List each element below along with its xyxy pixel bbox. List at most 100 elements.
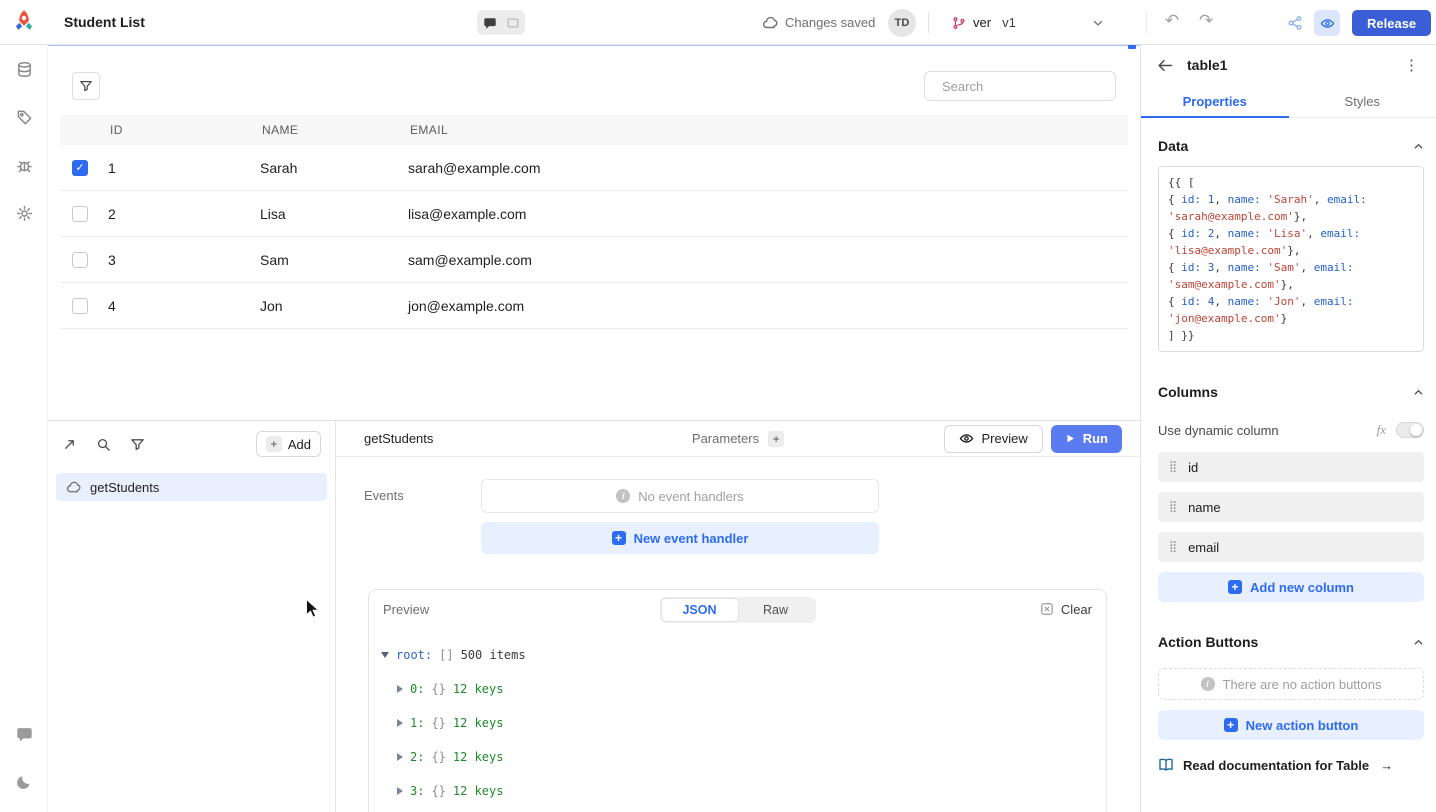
data-code-editor[interactable]: {{ [ { id: 1, name: 'Sarah', email:'sara… bbox=[1158, 166, 1424, 352]
collapse-icon[interactable] bbox=[381, 652, 389, 658]
moon-icon[interactable] bbox=[0, 758, 48, 806]
column-item[interactable]: ⣿ id bbox=[1158, 452, 1424, 482]
dynamic-column-toggle[interactable] bbox=[1396, 422, 1424, 438]
columns-section-header[interactable]: Columns bbox=[1158, 378, 1424, 406]
cell-email: sarah@example.com bbox=[408, 160, 1128, 176]
drag-handle-icon[interactable]: ⣿ bbox=[1169, 502, 1177, 513]
canvas-resize-handle[interactable] bbox=[1128, 45, 1136, 49]
row-checkbox-cell: ✓ bbox=[60, 160, 108, 176]
node-count: 12 keys bbox=[453, 784, 504, 798]
new-event-handler-button[interactable]: + New event handler bbox=[481, 522, 879, 554]
table-widget[interactable]: ID NAME EMAIL ✓1Sarahsarah@example.com2L… bbox=[60, 60, 1128, 420]
expand-icon[interactable] bbox=[397, 719, 403, 727]
kebab-menu-icon[interactable]: ⋮ bbox=[1404, 56, 1420, 74]
code-line: 'jon@example.com'} bbox=[1168, 310, 1414, 327]
fx-toggle-icon[interactable]: fx bbox=[1377, 422, 1386, 438]
undo-button[interactable]: ↶ bbox=[1158, 7, 1186, 35]
column-item[interactable]: ⣿email bbox=[1158, 532, 1424, 562]
collapse-icon[interactable] bbox=[1413, 637, 1424, 648]
cell-id: 1 bbox=[108, 160, 260, 176]
column-header-id[interactable]: ID bbox=[108, 123, 260, 137]
column-header-name[interactable]: NAME bbox=[260, 123, 408, 137]
table-row[interactable]: 2Lisalisa@example.com bbox=[60, 191, 1128, 237]
release-button[interactable]: Release bbox=[1352, 10, 1431, 36]
chevron-down-icon[interactable] bbox=[1086, 11, 1110, 35]
json-tree-node[interactable]: 0:{}12 keys bbox=[381, 672, 1094, 706]
drag-handle-icon[interactable]: ⣿ bbox=[1169, 542, 1177, 553]
no-action-buttons-placeholder: i There are no action buttons bbox=[1158, 668, 1424, 700]
column-name: id bbox=[1188, 460, 1198, 475]
expand-icon[interactable] bbox=[397, 787, 403, 795]
row-checkbox[interactable] bbox=[72, 206, 88, 222]
table-row[interactable]: ✓1Sarahsarah@example.com bbox=[60, 145, 1128, 191]
new-action-button[interactable]: + New action button bbox=[1158, 710, 1424, 740]
funnel-icon bbox=[79, 79, 93, 93]
row-checkbox[interactable]: ✓ bbox=[72, 160, 88, 176]
tab-raw[interactable]: Raw bbox=[738, 599, 814, 621]
row-checkbox-cell bbox=[60, 206, 108, 222]
table-toolbar bbox=[60, 60, 1128, 115]
parameters-control: Parameters + bbox=[692, 431, 784, 447]
canvas[interactable]: ID NAME EMAIL ✓1Sarahsarah@example.com2L… bbox=[48, 45, 1140, 420]
drag-handle-icon[interactable]: ⣿ bbox=[1169, 462, 1177, 473]
share-icon bbox=[1287, 15, 1303, 31]
data-section-header[interactable]: Data bbox=[1158, 132, 1424, 160]
info-icon: i bbox=[616, 489, 630, 503]
clear-button[interactable]: Clear bbox=[1040, 602, 1092, 617]
table-row[interactable]: 3Samsam@example.com bbox=[60, 237, 1128, 283]
tag-icon[interactable] bbox=[0, 93, 48, 141]
action-buttons-section-header[interactable]: Action Buttons bbox=[1158, 628, 1424, 656]
column-item[interactable]: ⣿name bbox=[1158, 492, 1424, 522]
cell-email: jon@example.com bbox=[408, 298, 1128, 314]
documentation-link[interactable]: Read documentation for Table → bbox=[1158, 757, 1424, 773]
column-header-email[interactable]: EMAIL bbox=[408, 123, 1128, 137]
query-name[interactable]: getStudents bbox=[364, 431, 433, 446]
branch-selector[interactable]: ver v1 bbox=[952, 0, 1016, 45]
comment-mode-button[interactable] bbox=[479, 12, 500, 33]
widget-name[interactable]: table1 bbox=[1187, 57, 1227, 73]
json-tree-node[interactable]: 2:{}12 keys bbox=[381, 740, 1094, 774]
table-filter-button[interactable] bbox=[72, 72, 100, 100]
json-tree-node[interactable]: 1:{}12 keys bbox=[381, 706, 1094, 740]
table-search bbox=[924, 71, 1116, 101]
node-key: root: bbox=[396, 648, 432, 662]
tab-properties[interactable]: Properties bbox=[1141, 85, 1289, 117]
expand-icon[interactable] bbox=[397, 753, 403, 761]
run-button[interactable]: Run bbox=[1051, 425, 1122, 453]
expand-icon[interactable] bbox=[397, 685, 403, 693]
filter-icon[interactable] bbox=[130, 437, 145, 452]
tab-styles[interactable]: Styles bbox=[1289, 85, 1436, 117]
help-chat-icon[interactable] bbox=[0, 710, 48, 758]
preview-button[interactable]: Preview bbox=[944, 425, 1042, 453]
back-arrow-icon[interactable] bbox=[1157, 57, 1174, 74]
avatar[interactable]: TD bbox=[888, 9, 916, 37]
search-icon[interactable] bbox=[96, 437, 111, 452]
cell-name: Jon bbox=[260, 298, 408, 314]
redo-button[interactable]: ↷ bbox=[1192, 7, 1220, 35]
expand-icon[interactable] bbox=[62, 437, 77, 452]
row-checkbox[interactable] bbox=[72, 298, 88, 314]
tab-json[interactable]: JSON bbox=[662, 599, 738, 621]
gear-icon[interactable] bbox=[0, 189, 48, 237]
table-row[interactable]: 4Jonjon@example.com bbox=[60, 283, 1128, 329]
table-header-row: ID NAME EMAIL bbox=[60, 115, 1128, 145]
table-search-input[interactable] bbox=[942, 79, 1118, 94]
add-new-column-button[interactable]: + Add new column bbox=[1158, 572, 1424, 602]
add-parameter-button[interactable]: + bbox=[768, 431, 784, 447]
collapse-icon[interactable] bbox=[1413, 141, 1424, 152]
database-icon[interactable] bbox=[0, 45, 48, 93]
code-line: 'sarah@example.com'}, bbox=[1168, 208, 1414, 225]
collapse-icon[interactable] bbox=[1413, 387, 1424, 398]
row-checkbox[interactable] bbox=[72, 252, 88, 268]
preview-app-button[interactable] bbox=[1314, 10, 1340, 36]
add-query-button[interactable]: + Add bbox=[256, 431, 321, 457]
code-line: { id: 1, name: 'Sarah', email: bbox=[1168, 191, 1414, 208]
bug-icon[interactable] bbox=[0, 141, 48, 189]
share-button[interactable] bbox=[1282, 10, 1308, 36]
json-tree-root[interactable]: root:[]500 items bbox=[381, 638, 1094, 672]
json-tree-node[interactable]: 3:{}12 keys bbox=[381, 774, 1094, 808]
plus-icon: + bbox=[612, 531, 626, 545]
query-list-item[interactable]: getStudents bbox=[56, 473, 327, 501]
canvas-mode-button[interactable] bbox=[502, 12, 523, 33]
appsmith-logo-icon[interactable] bbox=[10, 8, 38, 36]
